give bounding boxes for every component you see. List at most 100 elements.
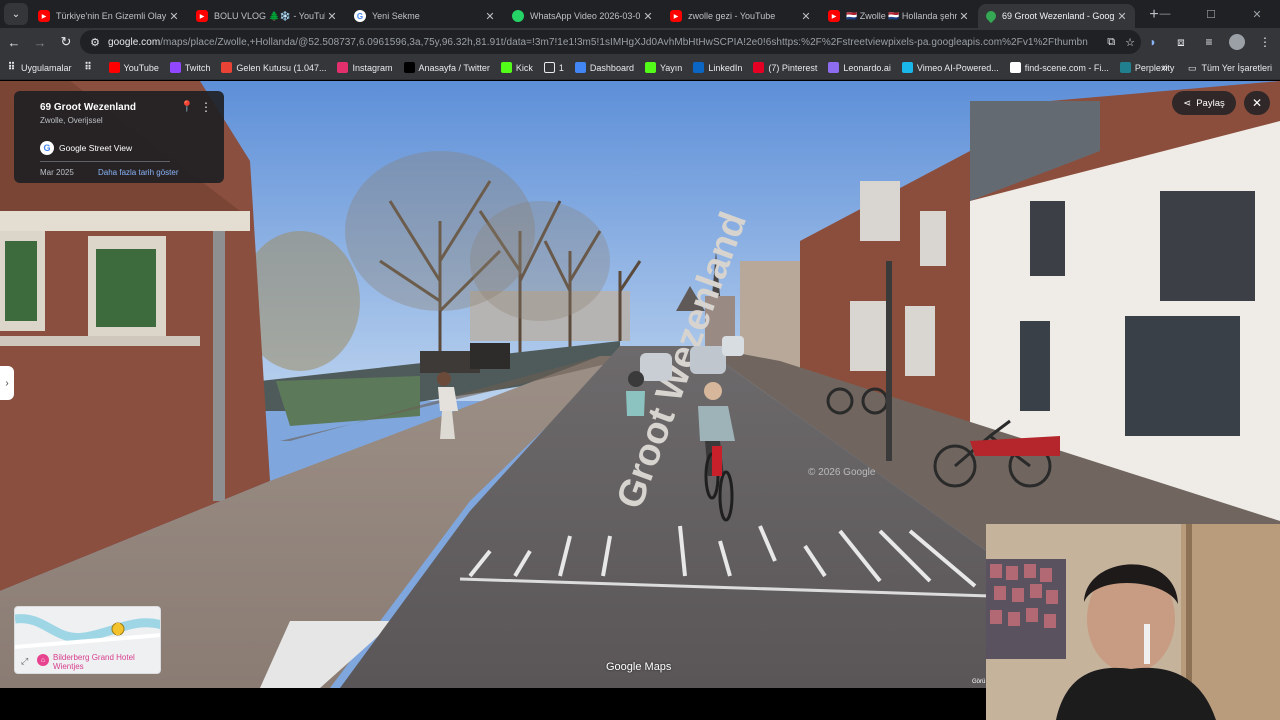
gmail-icon — [221, 62, 233, 73]
browser-tab[interactable]: WhatsApp Video 2026-03-01 a ✕ — [504, 4, 661, 28]
extensions-puzzle-icon[interactable]: ⧈ — [1170, 31, 1192, 53]
minimap-poi-label[interactable]: Bilderberg Grand Hotel Wientjes — [53, 653, 160, 671]
tab-strip: ⌄ ▶Türkiye'nin En Gizemli Olayı: Ta✕▶BOL… — [0, 0, 1280, 28]
minimize-button[interactable]: — — [1142, 0, 1188, 28]
bookmark-label: YouTube — [123, 62, 159, 73]
pinterest-icon — [753, 62, 765, 73]
bookmark-label: Kick — [515, 62, 533, 73]
more-bookmarks-chevron-icon[interactable]: » — [1162, 62, 1168, 74]
source-label: Google Street View — [59, 143, 133, 153]
more-dates-link[interactable]: Daha fazla tarih göster — [98, 168, 179, 177]
bookmark-item[interactable]: find-scene.com - Fi... — [1009, 62, 1109, 73]
twitch-icon — [169, 62, 181, 73]
map-pin-icon[interactable]: 📍 — [180, 100, 194, 114]
bookmark-label: LinkedIn — [708, 62, 743, 73]
leonardo-icon — [828, 62, 840, 73]
maximize-button[interactable]: ☐ — [1188, 0, 1234, 28]
bookmark-label: (7) Pinterest — [768, 62, 818, 73]
close-tab-icon[interactable]: ✕ — [325, 10, 339, 23]
close-tab-icon[interactable]: ✕ — [167, 10, 181, 23]
bookmark-item[interactable]: YouTube — [108, 62, 159, 73]
bookmark-item[interactable]: Gelen Kutusu (1.047... — [221, 62, 326, 73]
close-window-button[interactable]: ✕ — [1234, 0, 1280, 28]
folder-icon — [543, 62, 555, 73]
youtube-icon: ▶ — [828, 10, 840, 22]
bookmark-item[interactable]: ⠿ Uygulamalar — [6, 62, 72, 73]
share-button[interactable]: ⋖ Paylaş — [1172, 91, 1236, 115]
chevron-right-icon: › — [5, 377, 9, 389]
bookmark-label: Uygulamalar — [21, 62, 72, 73]
install-app-icon[interactable]: ⧉ — [1107, 36, 1115, 49]
bookmark-item[interactable]: Leonardo.ai — [828, 62, 891, 73]
bookmark-item[interactable]: Anasayfa / Twitter — [403, 62, 490, 73]
expand-map-icon[interactable]: ⤢ — [21, 656, 28, 667]
copyright-text: © 2026 Google — [808, 467, 876, 478]
close-tab-icon[interactable]: ✕ — [641, 10, 655, 23]
browser-tab[interactable]: 69 Groot Wezenland - Google Ma✕ — [978, 4, 1135, 28]
tab-search-button[interactable]: ⌄ — [4, 3, 28, 25]
tab-title: WhatsApp Video 2026-03-01 a — [530, 11, 641, 21]
chrome-menu-icon[interactable]: ⋮ — [1254, 31, 1276, 53]
close-tab-icon[interactable]: ✕ — [957, 10, 971, 23]
browser-tab[interactable]: ▶ 🇳🇱 Zwolle 🇳🇱 Hollanda şehrini k✕ — [820, 4, 977, 28]
all-bookmarks-folder-icon[interactable]: ▭ — [1188, 63, 1197, 74]
back-button[interactable]: ← — [2, 30, 26, 54]
webcam-overlay — [986, 524, 1280, 720]
close-tab-icon[interactable]: ✕ — [483, 10, 497, 23]
youtube-icon: ▶ — [670, 10, 682, 22]
reload-button[interactable]: ↻ — [54, 30, 78, 54]
google-maps-watermark: Google Maps — [606, 661, 672, 673]
tab-title: 69 Groot Wezenland - Google Ma — [1002, 11, 1115, 21]
more-options-icon[interactable]: ⋮ — [200, 100, 212, 114]
bookmark-item[interactable]: Yayın — [644, 62, 683, 73]
expand-side-panel-button[interactable]: › — [0, 366, 14, 400]
tab-title: 🇳🇱 Zwolle 🇳🇱 Hollanda şehrini k — [846, 10, 957, 21]
url-path: /maps/place/Zwolle,+Hollanda/@52.508737,… — [160, 36, 1088, 48]
bookmark-item[interactable]: Vimeo AI-Powered... — [901, 62, 999, 73]
bookmark-label: Yayın — [659, 62, 683, 73]
bookmarks-list: ⠿ Uygulamalar ⠿ YouTube Twitch Gelen Kutusu (… — [6, 62, 1185, 73]
site-info-icon[interactable]: ⚙ — [86, 36, 104, 49]
tab-title: zwolle gezi - YouTube — [688, 11, 776, 21]
url-domain: google.com — [108, 36, 161, 48]
bookmark-item[interactable]: Instagram — [337, 62, 393, 73]
bookmark-item[interactable]: (7) Pinterest — [753, 62, 817, 73]
kick-icon — [500, 62, 512, 73]
minimap[interactable]: ⤢ ⌂ Bilderberg Grand Hotel Wientjes — [14, 606, 161, 674]
bookmark-label: Leonardo.ai — [843, 62, 891, 73]
youtube-icon: ▶ — [38, 10, 50, 22]
forward-button[interactable]: → — [28, 30, 52, 54]
bookmark-star-icon[interactable]: ☆ — [1125, 36, 1135, 49]
bookmark-label: Dashboard — [589, 62, 634, 73]
close-street-view-button[interactable]: ✕ — [1244, 91, 1270, 115]
profile-avatar[interactable] — [1226, 31, 1248, 53]
browser-tab[interactable]: G Yeni Sekme ✕ — [346, 4, 503, 28]
close-tab-icon[interactable]: ✕ — [1115, 10, 1129, 23]
tab-title: Yeni Sekme — [372, 11, 420, 21]
address-bar[interactable]: ⚙ google.com/maps/place/Zwolle,+Hollanda… — [80, 30, 1141, 54]
browser-tab[interactable]: ▶ Türkiye'nin En Gizemli Olayı: Ta✕ — [30, 4, 187, 28]
bookmark-item[interactable]: Kick — [500, 62, 533, 73]
extension-icon[interactable]: ◗ — [1142, 31, 1164, 53]
bookmark-label: 1 — [558, 62, 564, 73]
media-controls-icon[interactable]: ≡ — [1198, 31, 1220, 53]
close-tab-icon[interactable]: ✕ — [799, 10, 813, 23]
url-text[interactable]: google.com/maps/place/Zwolle,+Hollanda/@… — [108, 37, 1088, 48]
perplexity-icon — [1119, 62, 1131, 73]
bookmark-label: Twitch — [184, 62, 211, 73]
bookmark-item[interactable]: 1 — [543, 62, 564, 73]
whatsapp-icon — [512, 10, 524, 22]
all-bookmarks-link[interactable]: Tüm Yer İşaretleri — [1201, 63, 1272, 73]
google-logo-icon: G — [40, 141, 54, 155]
bookmark-item[interactable]: LinkedIn — [693, 62, 742, 73]
bookmark-item[interactable]: Dashboard — [574, 62, 634, 73]
vimeo-icon — [901, 62, 913, 73]
bookmark-label: Vimeo AI-Powered... — [916, 62, 999, 73]
bookmark-item[interactable]: Twitch — [169, 62, 211, 73]
browser-tab[interactable]: ▶ zwolle gezi - YouTube ✕ — [662, 4, 819, 28]
location-info-card: 69 Groot Wezenland Zwolle, Overijssel 📍 … — [14, 91, 224, 183]
browser-tab[interactable]: ▶ BOLU VLOG 🌲❄️ - YouTube ✕ — [188, 4, 345, 28]
bookmark-label: Gelen Kutusu (1.047... — [236, 62, 327, 73]
bookmark-label: find-scene.com - Fi... — [1024, 62, 1109, 73]
bookmark-item[interactable]: ⠿ — [83, 62, 98, 73]
